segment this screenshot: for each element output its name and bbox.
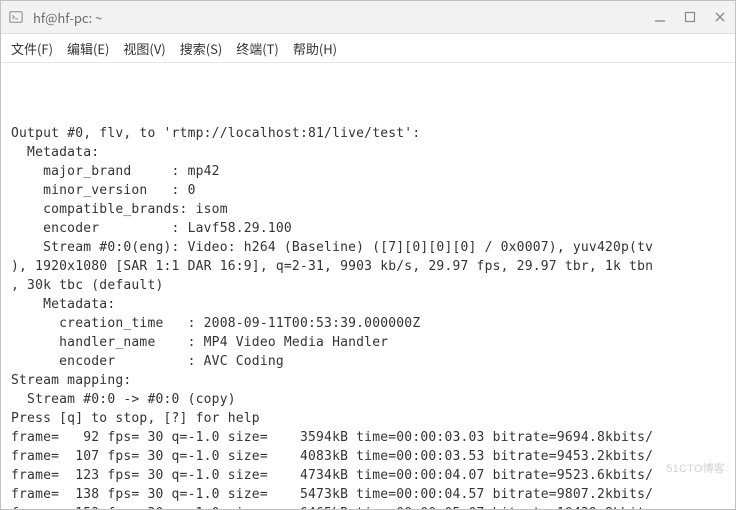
frame-progress-line: frame= 153 fps= 30 q=-1.0 size= 6465kB t… (11, 504, 725, 509)
terminal-line: minor_version : 0 (11, 181, 725, 200)
terminal-line: encoder : Lavf58.29.100 (11, 219, 725, 238)
menu-edit[interactable]: 编辑(E) (67, 39, 109, 58)
maximize-button[interactable] (683, 10, 697, 24)
window-title: hf@hf-pc: ~ (33, 8, 653, 27)
watermark: 51CTO博客 (666, 460, 725, 479)
menubar: 文件(F) 编辑(E) 视图(V) 搜索(S) 终端(T) 帮助(H) (1, 34, 735, 63)
menu-help[interactable]: 帮助(H) (293, 39, 337, 58)
terminal-line: compatible_brands: isom (11, 200, 725, 219)
close-button[interactable] (713, 10, 727, 24)
titlebar[interactable]: hf@hf-pc: ~ (1, 1, 735, 34)
terminal-line: handler_name : MP4 Video Media Handler (11, 333, 725, 352)
frame-progress-line: frame= 123 fps= 30 q=-1.0 size= 4734kB t… (11, 466, 725, 485)
menu-search[interactable]: 搜索(S) (180, 39, 223, 58)
terminal-line: , 30k tbc (default) (11, 276, 725, 295)
terminal-line: creation_time : 2008-09-11T00:53:39.0000… (11, 314, 725, 333)
minimize-button[interactable] (653, 10, 667, 24)
terminal-window: hf@hf-pc: ~ 文件(F) 编辑(E) 视图(V) 搜索(S) 终端(T… (0, 0, 736, 510)
terminal-line: Metadata: (11, 143, 725, 162)
frame-progress-line: frame= 107 fps= 30 q=-1.0 size= 4083kB t… (11, 447, 725, 466)
terminal-line: ), 1920x1080 [SAR 1:1 DAR 16:9], q=2-31,… (11, 257, 725, 276)
terminal-line: Output #0, flv, to 'rtmp://localhost:81/… (11, 124, 725, 143)
menu-file[interactable]: 文件(F) (11, 39, 53, 58)
terminal-icon (9, 10, 23, 24)
menu-view[interactable]: 视图(V) (123, 39, 165, 58)
terminal-line: Press [q] to stop, [?] for help (11, 409, 725, 428)
terminal-line: Stream #0:0(eng): Video: h264 (Baseline)… (11, 238, 725, 257)
frame-progress-line: frame= 138 fps= 30 q=-1.0 size= 5473kB t… (11, 485, 725, 504)
menu-terminal[interactable]: 终端(T) (236, 39, 279, 58)
terminal-output[interactable]: 51CTO博客 Output #0, flv, to 'rtmp://local… (1, 63, 735, 509)
terminal-line: Metadata: (11, 295, 725, 314)
terminal-line: major_brand : mp42 (11, 162, 725, 181)
terminal-line: Stream mapping: (11, 371, 725, 390)
terminal-line: Stream #0:0 -> #0:0 (copy) (11, 390, 725, 409)
terminal-line: encoder : AVC Coding (11, 352, 725, 371)
window-controls (653, 10, 727, 24)
frame-progress-line: frame= 92 fps= 30 q=-1.0 size= 3594kB ti… (11, 428, 725, 447)
